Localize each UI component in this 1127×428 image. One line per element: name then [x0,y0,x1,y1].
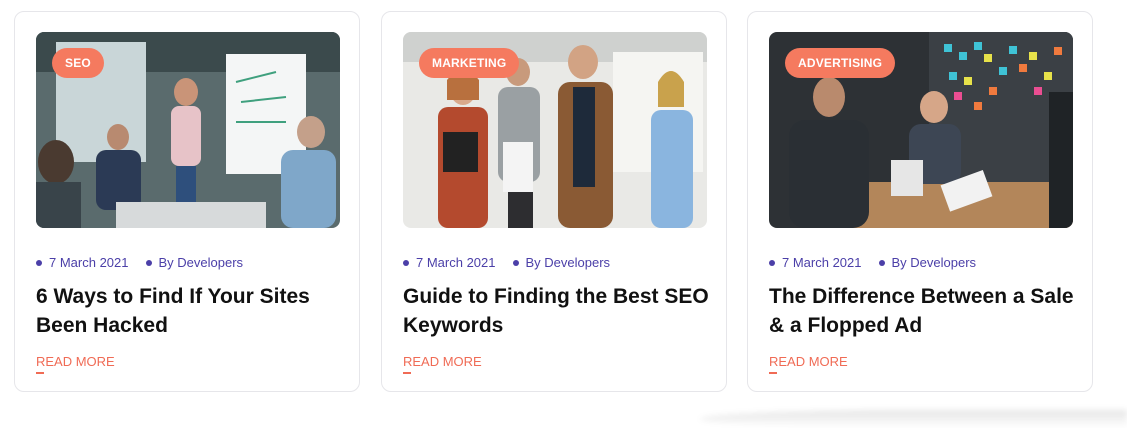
read-more-link[interactable]: READ MORE [36,354,115,369]
read-more-link[interactable]: READ MORE [769,354,848,369]
read-more-link[interactable]: READ MORE [403,354,482,369]
post-author[interactable]: By Developers [878,255,976,270]
post-image[interactable]: MARKETING [403,32,707,228]
blog-grid: SEO 7 March 2021 By Developers 6 Ways to… [0,0,1127,428]
post-author[interactable]: By Developers [145,255,243,270]
blog-card[interactable]: ADVERTISING 7 March 2021 By Developers T… [747,11,1093,392]
post-date: 7 March 2021 [403,255,496,270]
read-more-underline [769,372,777,374]
category-tag[interactable]: SEO [52,48,104,78]
read-more-underline [36,372,44,374]
blog-card[interactable]: MARKETING 7 March 2021 By Developers Gui… [381,11,727,392]
read-more-underline [403,372,411,374]
post-title[interactable]: The Difference Between a Sale & a Floppe… [769,282,1079,340]
bullet-icon [403,259,409,266]
bullet-icon [36,259,42,266]
post-date: 7 March 2021 [36,255,129,270]
decorative-shadow [700,410,1127,428]
post-meta: 7 March 2021 By Developers [36,255,243,270]
blog-card[interactable]: SEO 7 March 2021 By Developers 6 Ways to… [14,11,360,392]
bullet-icon [512,259,519,266]
bullet-icon [878,259,885,266]
post-image[interactable]: SEO [36,32,340,228]
post-title[interactable]: 6 Ways to Find If Your Sites Been Hacked [36,282,346,340]
post-image[interactable]: ADVERTISING [769,32,1073,228]
post-meta: 7 March 2021 By Developers [403,255,610,270]
bullet-icon [769,259,775,266]
bullet-icon [145,259,152,266]
post-meta: 7 March 2021 By Developers [769,255,976,270]
category-tag[interactable]: ADVERTISING [785,48,896,78]
post-title[interactable]: Guide to Finding the Best SEO Keywords [403,282,713,340]
post-author[interactable]: By Developers [512,255,610,270]
post-date: 7 March 2021 [769,255,862,270]
category-tag[interactable]: MARKETING [419,48,520,78]
